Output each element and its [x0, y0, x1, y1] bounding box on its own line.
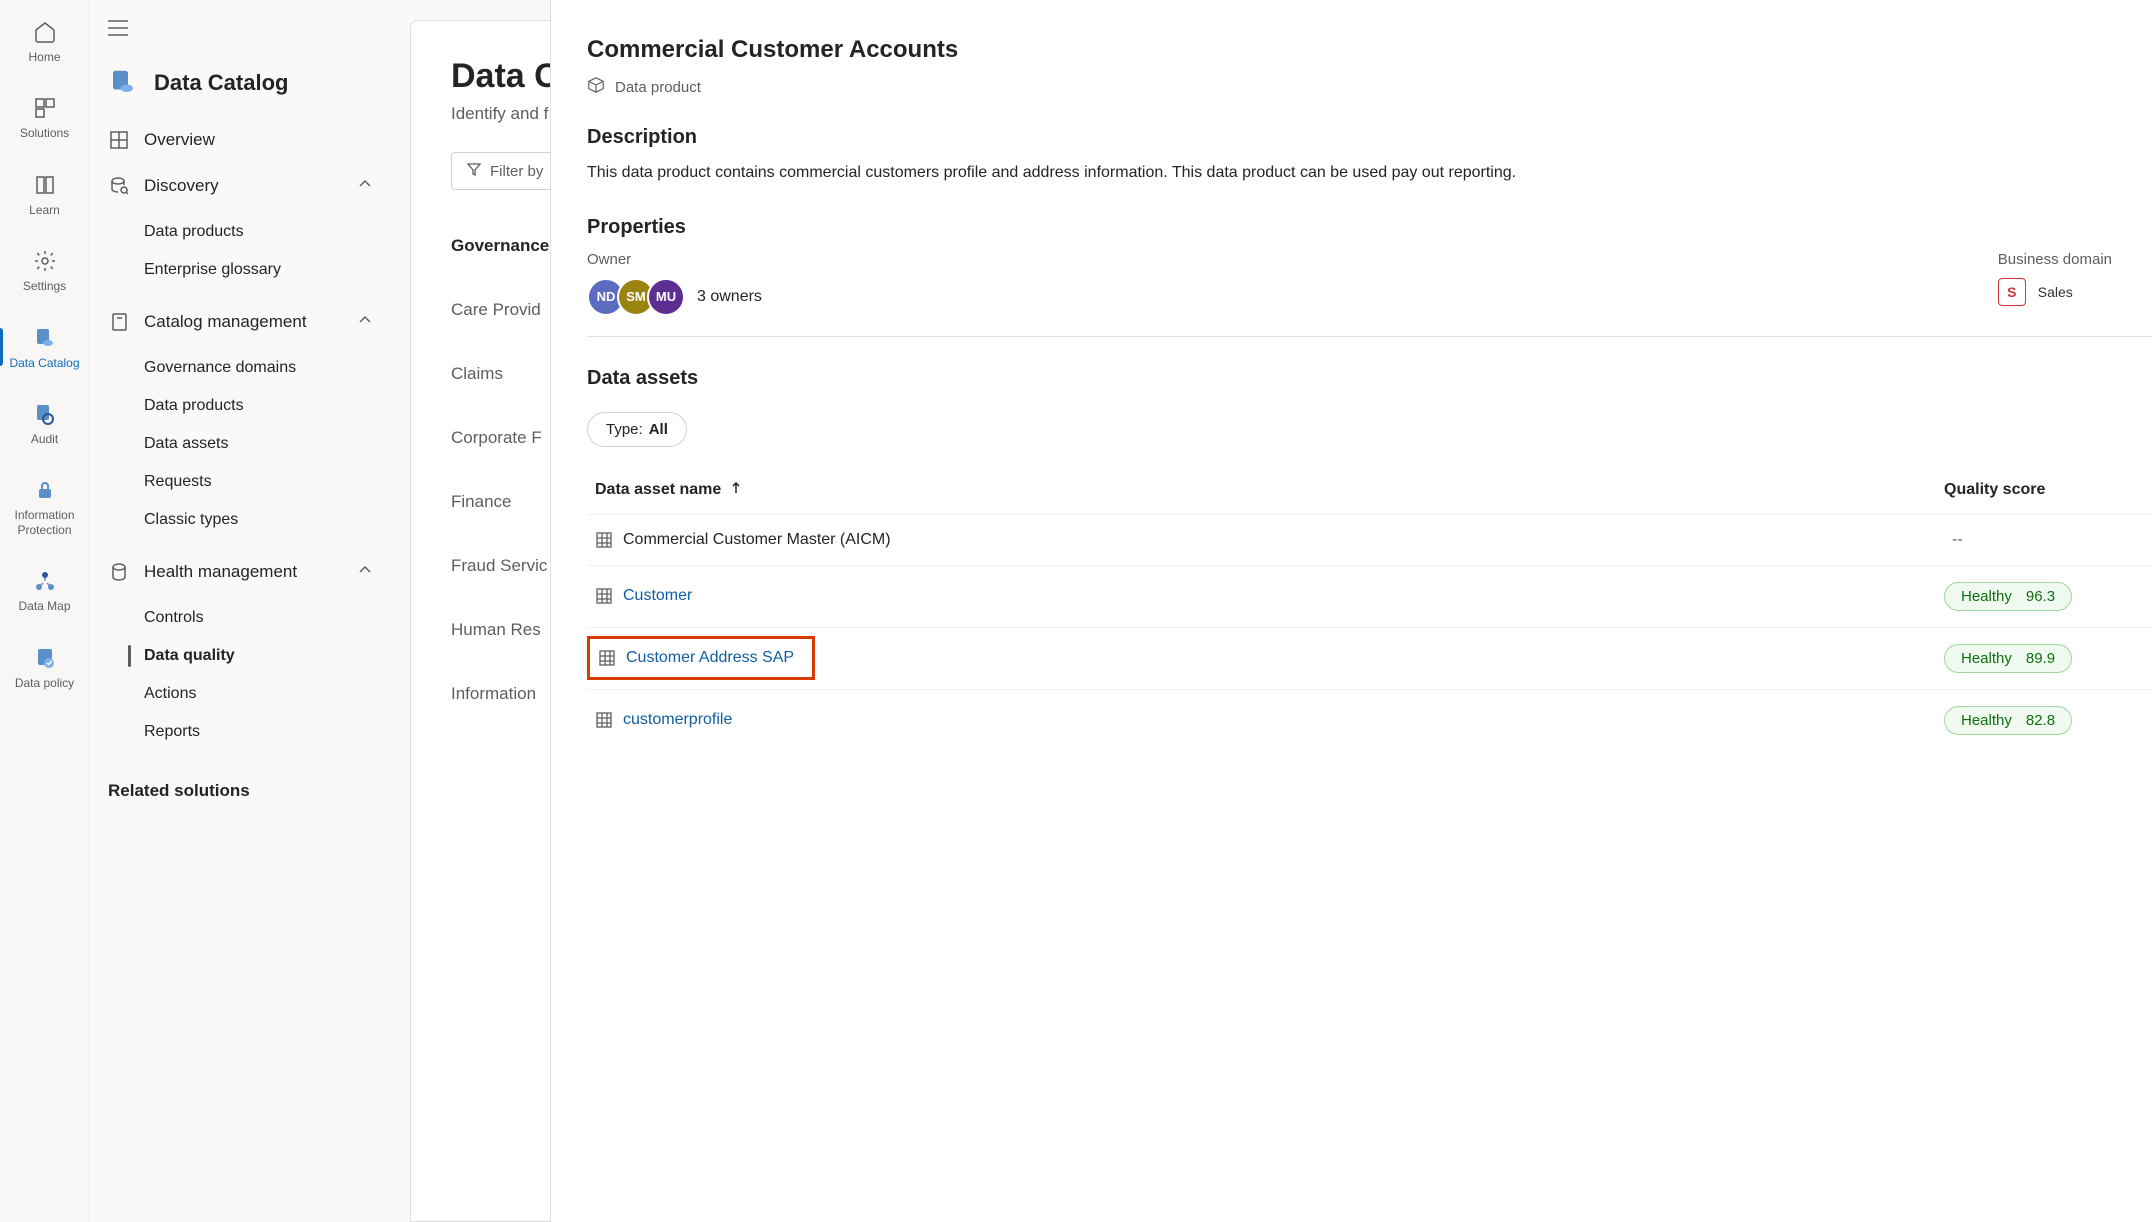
nav-title: Data Catalog — [90, 59, 390, 117]
asset-table: Data asset name Quality score Commercial… — [587, 467, 2152, 751]
col-header-name[interactable]: Data asset name — [595, 481, 1944, 500]
table-icon — [595, 711, 613, 729]
nav-catalog-data-assets[interactable]: Data assets — [90, 425, 390, 463]
rail-data-catalog[interactable]: Data Catalog — [0, 318, 89, 376]
nav-health-actions[interactable]: Actions — [90, 675, 390, 713]
left-rail: Home Solutions Learn Settings Data Catal… — [0, 0, 90, 1222]
policy-icon — [31, 644, 59, 672]
rail-audit[interactable]: Audit — [0, 394, 89, 452]
domain-badge: S — [1998, 278, 2026, 306]
solutions-icon — [31, 94, 59, 122]
chevron-up-icon — [358, 562, 372, 582]
rail-home[interactable]: Home — [0, 12, 89, 70]
health-db-icon — [108, 561, 130, 583]
owner-avatars[interactable]: ND SM MU — [587, 278, 685, 316]
domain-name: Sales — [2038, 284, 2073, 300]
nav-catalog-governance-domains[interactable]: Governance domains — [90, 349, 390, 387]
rail-learn[interactable]: Learn — [0, 165, 89, 223]
filter-icon — [466, 161, 482, 181]
data-map-icon — [31, 567, 59, 595]
rail-data-policy[interactable]: Data policy — [0, 638, 89, 696]
type-filter-pill[interactable]: Type: All — [587, 412, 687, 447]
nav-discovery-enterprise-glossary[interactable]: Enterprise glossary — [90, 251, 390, 289]
table-icon — [595, 531, 613, 549]
data-assets-heading: Data assets — [587, 367, 2152, 390]
rail-info-protection[interactable]: Information Protection — [0, 470, 89, 543]
avatar: MU — [647, 278, 685, 316]
nav-catalog-data-products[interactable]: Data products — [90, 387, 390, 425]
grid-icon — [108, 129, 130, 151]
asset-name-link[interactable]: customerprofile — [623, 711, 732, 729]
owner-label: Owner — [587, 251, 762, 268]
nav-health-reports[interactable]: Reports — [90, 713, 390, 751]
col-header-score[interactable]: Quality score — [1944, 481, 2144, 500]
table-icon — [595, 587, 613, 605]
asset-name-link[interactable]: Customer — [623, 587, 692, 605]
sort-asc-icon — [729, 481, 743, 500]
chevron-up-icon — [358, 176, 372, 196]
asset-row-highlighted[interactable]: Customer Address SAP Healthy 89.9 — [587, 627, 2152, 689]
gear-icon — [31, 247, 59, 275]
catalog-icon — [108, 67, 140, 99]
lock-icon — [31, 476, 59, 504]
chevron-up-icon — [358, 312, 372, 332]
rail-solutions[interactable]: Solutions — [0, 88, 89, 146]
rail-settings[interactable]: Settings — [0, 241, 89, 299]
description-text: This data product contains commercial cu… — [587, 161, 2152, 186]
health-badge: Healthy 89.9 — [1944, 644, 2072, 673]
hamburger-button[interactable] — [90, 12, 390, 59]
asset-name-link[interactable]: Customer Address SAP — [626, 649, 794, 667]
secondary-nav: Data Catalog Overview Discovery Data — [90, 0, 390, 1222]
package-icon — [587, 76, 605, 98]
asset-row[interactable]: Customer Healthy 96.3 — [587, 565, 2152, 627]
detail-panel: Commercial Customer Accounts Data produc… — [550, 0, 2152, 1222]
highlight-box: Customer Address SAP — [587, 636, 815, 680]
home-icon — [31, 18, 59, 46]
owner-count: 3 owners — [697, 288, 762, 306]
audit-icon — [31, 400, 59, 428]
search-db-icon — [108, 175, 130, 197]
properties-heading: Properties — [587, 216, 2152, 239]
health-badge: Healthy 82.8 — [1944, 706, 2072, 735]
asset-row[interactable]: Commercial Customer Master (AICM) -- — [587, 514, 2152, 565]
table-icon — [598, 649, 616, 667]
nav-health-controls[interactable]: Controls — [90, 599, 390, 637]
description-heading: Description — [587, 126, 2152, 149]
nav-health-management[interactable]: Health management — [90, 549, 390, 595]
asset-name: Commercial Customer Master (AICM) — [623, 531, 891, 549]
book-icon — [31, 171, 59, 199]
product-type: Data product — [587, 76, 2152, 98]
nav-health-data-quality[interactable]: Data quality — [90, 637, 390, 675]
nav-overview[interactable]: Overview — [90, 117, 390, 163]
nav-catalog-management[interactable]: Catalog management — [90, 299, 390, 345]
asset-row[interactable]: customerprofile Healthy 82.8 — [587, 689, 2152, 751]
nav-related-solutions: Related solutions — [90, 761, 390, 811]
health-badge: Healthy 96.3 — [1944, 582, 2072, 611]
domain-property: Business domain S Sales — [1998, 251, 2112, 316]
nav-catalog-classic-types[interactable]: Classic types — [90, 501, 390, 539]
rail-data-map[interactable]: Data Map — [0, 561, 89, 619]
nav-catalog-requests[interactable]: Requests — [90, 463, 390, 501]
nav-discovery-data-products[interactable]: Data products — [90, 213, 390, 251]
owner-property: Owner ND SM MU 3 owners — [587, 251, 762, 316]
product-title: Commercial Customer Accounts — [587, 36, 2152, 64]
asset-score: -- — [1944, 531, 1963, 548]
domain-label: Business domain — [1998, 251, 2112, 268]
catalog-icon — [31, 324, 59, 352]
filter-by-button[interactable]: Filter by — [451, 152, 558, 190]
notebook-icon — [108, 311, 130, 333]
nav-discovery[interactable]: Discovery — [90, 163, 390, 209]
